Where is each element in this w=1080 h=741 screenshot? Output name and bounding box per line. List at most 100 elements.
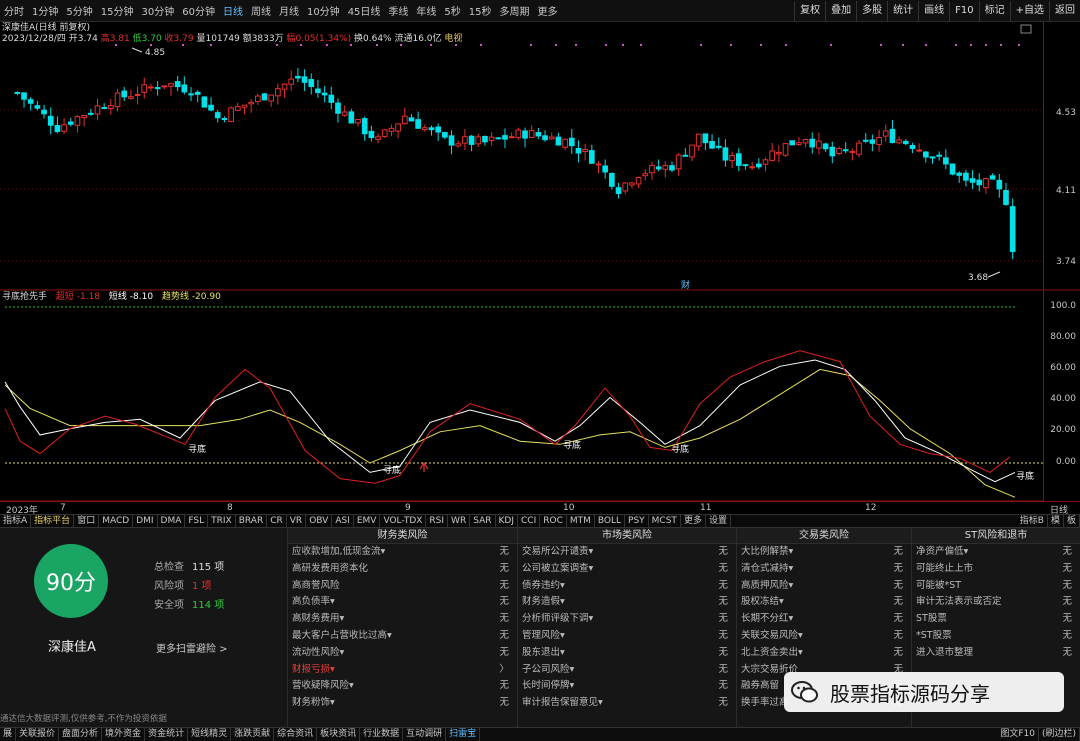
risk-row[interactable]: 营收疑降风险▾ 无	[288, 678, 517, 695]
indicator-tab[interactable]: FSL	[185, 515, 209, 527]
indicator-tab[interactable]: VR	[287, 515, 307, 527]
risk-row[interactable]: 高财务费用▾ 无	[288, 611, 517, 628]
indicator-tab[interactable]: BOLL	[595, 515, 626, 527]
indicator-tab[interactable]: BRAR	[236, 515, 268, 527]
indicator-tab-right[interactable]: 板	[1064, 515, 1080, 527]
indicator-tab[interactable]: CCI	[518, 515, 541, 527]
indicator-tab[interactable]: CR	[267, 515, 287, 527]
candle	[228, 106, 234, 123]
risk-status: 〉	[499, 663, 509, 675]
indicator-tab[interactable]: 更多	[681, 515, 706, 527]
risk-label: *ST股票	[916, 629, 952, 641]
risk-row[interactable]: 股东退出▾ 无	[518, 645, 736, 662]
risk-row[interactable]: 审计无法表示或否定 无	[912, 594, 1080, 611]
bottom-right-tab[interactable]: (刷边栏)	[1039, 728, 1080, 741]
risk-row[interactable]: 北上资金卖出▾ 无	[737, 645, 911, 662]
risk-row[interactable]: 分析师评级下调▾ 无	[518, 611, 736, 628]
risk-row[interactable]: 股权冻结▾ 无	[737, 594, 911, 611]
candle	[54, 116, 61, 134]
risk-row[interactable]: 审计报告保留意见▾ 无	[518, 695, 736, 712]
indicator-tab[interactable]: EMV	[354, 515, 381, 527]
indicator-tab[interactable]: VOL-TDX	[380, 515, 427, 527]
risk-row[interactable]: 可能被*ST 无	[912, 578, 1080, 595]
candle	[121, 86, 128, 102]
risk-row[interactable]: 交易所公开谴责▾ 无	[518, 544, 736, 561]
risk-row[interactable]: 净资产偏低▾ 无	[912, 544, 1080, 561]
risk-row[interactable]: 债券违约▾ 无	[518, 578, 736, 595]
bottom-tab[interactable]: 综合资讯	[274, 728, 318, 741]
bottom-tab[interactable]: 板块资讯	[317, 728, 361, 741]
bottom-tab[interactable]: 行业数据	[360, 728, 404, 741]
risk-row[interactable]: 高质押风险▾ 无	[737, 578, 911, 595]
risk-row[interactable]: 管理风险▾ 无	[518, 628, 736, 645]
risk-row[interactable]: 应收款增加,低现金流▾ 无	[288, 544, 517, 561]
risk-status: 无	[499, 613, 509, 625]
risk-row[interactable]: 长时间停牌▾ 无	[518, 678, 736, 695]
stat-total: 总检查 115 项	[154, 562, 225, 573]
candle	[642, 169, 649, 181]
indicator-tab[interactable]: 窗口	[74, 515, 100, 527]
risk-row[interactable]: 财报亏损▾ 〉	[288, 662, 517, 679]
indicator-tab[interactable]: PSY	[625, 515, 649, 527]
indicator-tab[interactable]: 设置	[706, 515, 731, 527]
risk-row[interactable]: 大比例解禁▾ 无	[737, 544, 911, 561]
indicator-tab[interactable]: MCST	[649, 515, 681, 527]
bottom-tab[interactable]: 扫雷宝	[446, 728, 481, 741]
bottom-tab[interactable]: 互动调研	[403, 728, 447, 741]
finance-event-mark[interactable]: 财	[681, 279, 690, 291]
indicator-tab-right[interactable]: 指标B	[1017, 515, 1048, 527]
risk-row[interactable]: 进入退市整理 无	[912, 645, 1080, 662]
indicator-tab[interactable]: MTM	[567, 515, 595, 527]
indicator-tab[interactable]: RSI	[426, 515, 449, 527]
bottom-tab[interactable]: 短线精灵	[188, 728, 232, 741]
risk-row[interactable]: 高研发费用资本化 无	[288, 561, 517, 578]
candle	[442, 131, 448, 140]
indicator-tab[interactable]: KDJ	[496, 515, 518, 527]
indicator-name[interactable]: 寻底抢先手	[2, 292, 47, 302]
bottom-tab[interactable]: 资金统计	[145, 728, 189, 741]
date-tick-label: 10	[563, 503, 575, 513]
risk-row[interactable]: 高商誉风险 无	[288, 578, 517, 595]
risk-row[interactable]: 流动性风险▾ 无	[288, 645, 517, 662]
indicator-tab[interactable]: ROC	[540, 515, 567, 527]
bottom-signal-label: 寻底	[671, 443, 689, 455]
indicator-tab[interactable]: DMA	[158, 515, 186, 527]
risk-row[interactable]: 公司被立案调查▾ 无	[518, 561, 736, 578]
candle	[729, 151, 735, 169]
risk-label: 进入退市整理	[916, 646, 974, 658]
bottom-tab[interactable]: 境外资金	[102, 728, 146, 741]
risk-row[interactable]: 财务造假▾ 无	[518, 594, 736, 611]
candle	[188, 87, 194, 102]
risk-row[interactable]: 清仓式减持▾ 无	[737, 561, 911, 578]
risk-row[interactable]: 关联交易风险▾ 无	[737, 628, 911, 645]
candle	[582, 144, 588, 161]
chart-canvas[interactable]: 4.853.68财寻底寻底寻底 寻底寻底	[0, 0, 1080, 514]
more-scan-link[interactable]: 更多扫雷避险 >	[156, 640, 228, 655]
indicator-tab[interactable]: ASI	[332, 515, 354, 527]
indicator-tab[interactable]: 指标A	[0, 515, 32, 527]
bottom-tab[interactable]: 展	[0, 728, 17, 741]
risk-row[interactable]: 子公司风险▾ 无	[518, 662, 736, 679]
indicator-tab[interactable]: MACD	[99, 515, 134, 527]
bottom-tab[interactable]: 涨跌贡献	[231, 728, 275, 741]
indicator-tab[interactable]: SAR	[470, 515, 496, 527]
risk-row[interactable]: 高负债率▾ 无	[288, 594, 517, 611]
candle	[488, 132, 495, 146]
indicator-tab[interactable]: WR	[448, 515, 471, 527]
risk-row[interactable]: 财务粉饰▾ 无	[288, 695, 517, 712]
bottom-tab[interactable]: 盘面分析	[59, 728, 103, 741]
indicator-tab[interactable]: 指标平台	[31, 515, 75, 527]
indicator-tab[interactable]: TRIX	[208, 515, 236, 527]
indicator-tab[interactable]: OBV	[306, 515, 333, 527]
indicator-tab[interactable]: DMI	[133, 515, 158, 527]
bottom-tab[interactable]: 关联报价	[16, 728, 60, 741]
risk-row[interactable]: 长期不分红▾ 无	[737, 611, 911, 628]
risk-row[interactable]: 可能终止上市 无	[912, 561, 1080, 578]
high-mark-arrow	[131, 47, 143, 53]
bottom-right-tab[interactable]: 图文F10	[997, 728, 1039, 741]
risk-row[interactable]: ST股票 无	[912, 611, 1080, 628]
chart-settings-icon[interactable]	[1020, 24, 1032, 34]
risk-row[interactable]: *ST股票 无	[912, 628, 1080, 645]
indicator-tab-right[interactable]: 模	[1048, 515, 1064, 527]
risk-row[interactable]: 最大客户占营收比过高▾ 无	[288, 628, 517, 645]
